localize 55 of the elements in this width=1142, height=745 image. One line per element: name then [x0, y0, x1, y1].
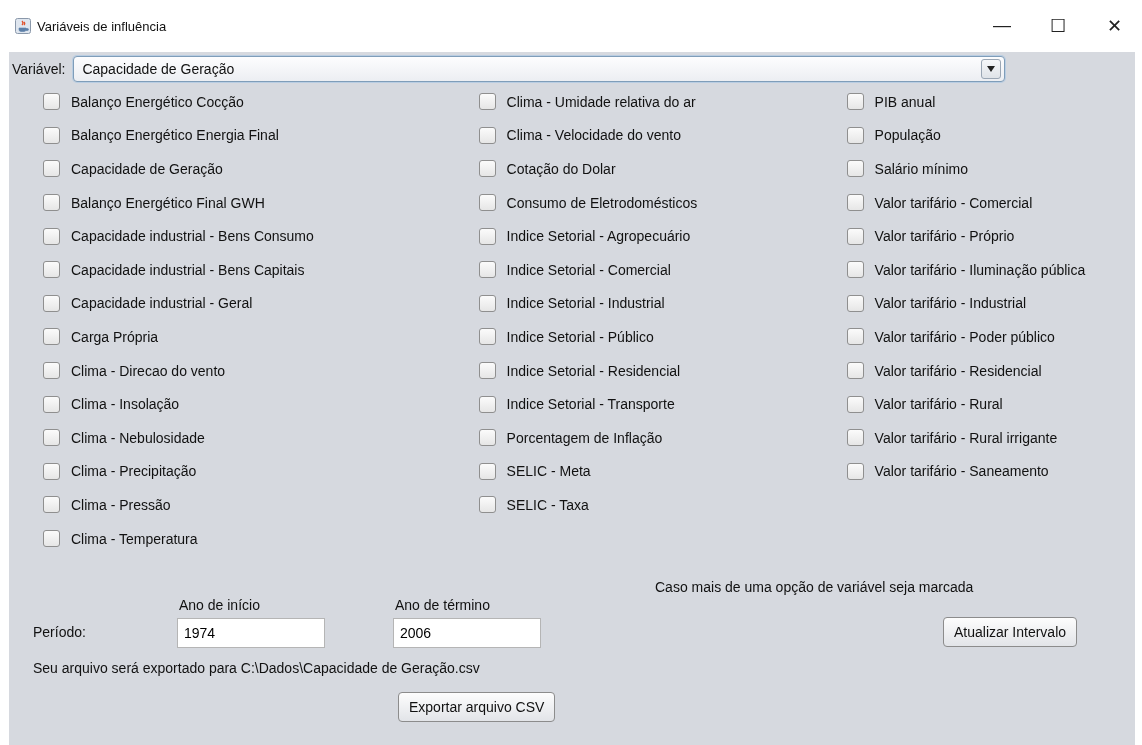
checkbox-option[interactable]: Indice Setorial - Residencial [478, 353, 847, 388]
checkbox-option[interactable]: Capacidade de Geração [43, 152, 479, 186]
checkbox-option[interactable]: Clima - Umidade relativa do ar [478, 85, 847, 119]
checkbox-option[interactable]: Valor tarifário - Iluminação pública [846, 252, 1135, 287]
checkbox-option[interactable]: Valor tarifário - Próprio [846, 219, 1135, 253]
checkbox-option[interactable]: Clima - Nebulosidade [43, 420, 479, 455]
checkbox-option[interactable]: SELIC - Meta [478, 454, 847, 489]
checkbox-option[interactable]: Clima - Pressão [43, 488, 479, 522]
checkbox-option[interactable]: Valor tarifário - Industrial [846, 286, 1135, 321]
checkbox-option[interactable]: Indice Setorial - Comercial [478, 252, 847, 287]
maximize-button[interactable]: ☐ [1030, 15, 1086, 37]
checkbox-option[interactable]: PIB anual [846, 85, 1135, 119]
start-year-field[interactable]: 1974 [177, 618, 325, 649]
checkbox-option[interactable]: Balanço Energético Energia Final [43, 118, 479, 153]
checkbox-option[interactable]: Indice Setorial - Agropecuário [478, 219, 847, 253]
checkbox-option[interactable]: SELIC - Taxa [478, 488, 847, 522]
checkbox-option[interactable]: Clima - Velocidade do vento [478, 118, 847, 153]
checkbox-option[interactable]: Salário mínimo [846, 152, 1135, 186]
checkbox-option[interactable]: Valor tarifário - Poder público [846, 320, 1135, 354]
checkbox-option[interactable]: Carga Própria [43, 320, 479, 354]
checkbox-option[interactable]: Valor tarifário - Residencial [846, 353, 1135, 388]
end-year-field[interactable]: 2006 [393, 618, 541, 649]
variable-label: Variável: [12, 61, 66, 77]
update-interval-button[interactable]: Atualizar Intervalo [943, 617, 1078, 648]
checkbox-option[interactable]: Capacidade industrial - Bens Consumo [43, 219, 479, 253]
dropdown-arrow-icon [987, 66, 996, 72]
checkbox-option[interactable]: População [846, 118, 1135, 153]
checkbox-option[interactable]: Valor tarifário - Comercial [846, 185, 1135, 220]
checkbox-option[interactable]: Cotação do Dolar [478, 152, 847, 186]
minimize-button[interactable]: — [974, 15, 1030, 37]
window-title: Variáveis de influência [37, 18, 167, 34]
checkbox-option[interactable]: Valor tarifário - Rural irrigante [846, 420, 1135, 455]
checkbox-option[interactable]: Valor tarifário - Rural [846, 387, 1135, 421]
checkbox-option[interactable]: Clima - Temperatura [43, 521, 479, 556]
variable-dropdown[interactable]: Capacidade de Geração [73, 56, 1006, 82]
note-text: Caso mais de uma opção de variável seja marcada [655, 579, 974, 596]
start-year-label: Ano de início [179, 597, 261, 614]
checkbox-option[interactable]: Porcentagem de Inflação [478, 420, 847, 455]
end-year-label: Ano de término [395, 597, 491, 614]
checkbox-option[interactable]: Valor tarifário - Saneamento [846, 454, 1135, 489]
checkbox-option[interactable]: Clima - Direcao do vento [43, 353, 479, 388]
export-path-text: Seu arquivo será exportado para C:\Dados\Capacidade de Geração.csv [33, 660, 481, 677]
checkbox-option[interactable]: Capacidade industrial - Bens Capitais [43, 252, 479, 287]
checkbox-option[interactable]: Indice Setorial - Público [478, 320, 847, 354]
checkbox-option[interactable]: Balanço Energético Cocção [43, 85, 479, 119]
checkbox-option[interactable]: Indice Setorial - Industrial [478, 286, 847, 321]
checkbox-option[interactable]: Consumo de Eletrodomésticos [478, 185, 847, 220]
checkbox-option[interactable]: Clima - Precipitação [43, 454, 479, 489]
checkbox-option[interactable]: Indice Setorial - Transporte [478, 387, 847, 421]
checkbox-option[interactable]: Clima - Insolação [43, 387, 479, 421]
close-button[interactable]: ✕ [1086, 15, 1142, 37]
checkbox-option[interactable]: Capacidade industrial - Geral [43, 286, 479, 321]
period-label: Período: [33, 624, 87, 641]
checkbox-option[interactable]: Balanço Energético Final GWH [43, 185, 479, 220]
export-csv-button[interactable]: Exportar arquivo CSV [398, 692, 556, 723]
